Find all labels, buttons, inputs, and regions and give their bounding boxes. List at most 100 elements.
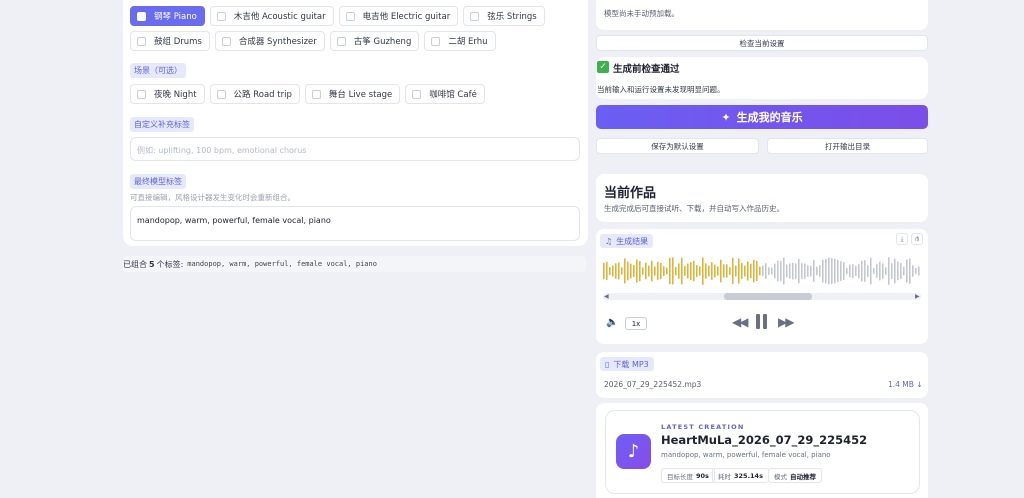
custom-tags-label: 自定义补充标签 (130, 117, 194, 132)
sparkle-icon: ✦ (721, 110, 731, 124)
waveform-bar (660, 262, 662, 280)
chip-night[interactable]: 夜晚 Night (130, 84, 205, 104)
chip-erhu[interactable]: 二胡 Erhu (424, 31, 496, 51)
waveform-bar (801, 263, 803, 279)
waveform-bar (846, 267, 848, 275)
waveform-bar (663, 266, 665, 276)
waveform-bar (849, 264, 851, 278)
waveform-bar (630, 263, 632, 279)
forward-icon[interactable]: ▶▶ (778, 315, 795, 329)
final-tags-textarea[interactable]: mandopop, warm, powerful, female vocal, … (130, 206, 580, 241)
waveform-bar (651, 260, 653, 282)
volume-icon[interactable]: 🔈 (606, 317, 618, 328)
chip-guzheng[interactable]: 古筝 Guzheng (329, 31, 420, 51)
chip-electric-guitar[interactable]: 电吉他 Electric guitar (338, 6, 459, 26)
chip-live-stage[interactable]: 舞台 Live stage (304, 84, 401, 104)
file-size[interactable]: 1.4 MB ↓ (888, 380, 923, 389)
chip-road-trip[interactable]: 公路 Road trip (209, 84, 300, 104)
waveform-bar (615, 263, 617, 279)
check-settings-button[interactable]: 检查当前设置 (596, 35, 928, 51)
waveform-bar (666, 267, 668, 275)
precheck-title: 生成前检查通过 (613, 64, 680, 75)
waveform-bar (765, 263, 767, 279)
checkbox-icon (137, 89, 146, 99)
waveform-bar (717, 266, 719, 276)
custom-tags-input[interactable]: 例如: uplifting, 100 bpm, emotional chorus (130, 137, 580, 161)
chip-drums[interactable]: 鼓组 Drums (130, 31, 210, 51)
speed-button[interactable]: 1x (625, 317, 647, 330)
waveform-bar (900, 262, 902, 280)
generate-button[interactable]: ✦ 生成我的音乐 (596, 105, 928, 129)
chip-acoustic-guitar[interactable]: 木吉他 Acoustic guitar (209, 6, 334, 26)
meta-mode: 模式 自动推荐 (768, 468, 822, 483)
waveform-bar (639, 260, 641, 282)
scroll-left-icon[interactable]: ◀ (604, 293, 609, 300)
rewind-icon[interactable]: ◀◀ (732, 315, 749, 329)
chip-strings[interactable]: 弦乐 Strings (463, 6, 545, 26)
waveform-bar (840, 261, 842, 282)
download-icon[interactable]: ⤓ (896, 233, 908, 245)
music-note-icon: ♪ (616, 434, 651, 469)
share-icon[interactable]: ⋔ (911, 233, 923, 245)
checkbox-icon (345, 11, 355, 21)
result-label: ♫ 生成结果 (600, 234, 654, 248)
waveform-bar (753, 259, 755, 283)
waveform-bar (780, 260, 782, 282)
waveform-bar (843, 261, 845, 281)
waveform-bar (648, 265, 650, 277)
waveform[interactable] (603, 256, 921, 286)
waveform-bar (798, 258, 800, 284)
waveform-bar (690, 261, 692, 280)
latest-tags: mandopop, warm, powerful, female vocal, … (661, 451, 831, 459)
waveform-bar (609, 266, 611, 276)
save-default-button[interactable]: 保存为默认设置 (596, 138, 759, 154)
waveform-bar (909, 258, 911, 284)
waveform-bar (750, 263, 752, 279)
waveform-scroll-thumb[interactable] (724, 293, 812, 300)
scene-row: 夜晚 Night 公路 Road trip 舞台 Live stage 咖啡馆 … (130, 84, 485, 104)
file-icon: ▯ (605, 359, 610, 369)
waveform-bar (744, 265, 746, 277)
waveform-bar (705, 263, 707, 279)
waveform-bar (606, 261, 608, 281)
scroll-right-icon[interactable]: ▶ (915, 293, 920, 300)
waveform-bar (723, 264, 725, 278)
waveform-bar (834, 258, 836, 284)
waveform-bar (915, 267, 917, 275)
pause-bar (763, 314, 767, 329)
waveform-bar (855, 265, 857, 277)
chip-cafe[interactable]: 咖啡馆 Café (405, 84, 485, 104)
waveform-bar (756, 260, 758, 282)
waveform-bar (918, 266, 920, 276)
current-work-desc: 生成完成后可直接试听、下载，并自动写入作品历史。 (604, 204, 784, 213)
waveform-bar (891, 263, 893, 279)
waveform-bar (870, 257, 872, 285)
chip-piano[interactable]: 钢琴 Piano (130, 6, 205, 26)
waveform-bar (783, 257, 785, 285)
waveform-bar (624, 258, 626, 284)
instrument-row-1: 钢琴 Piano 木吉他 Acoustic guitar 电吉他 Electri… (130, 6, 545, 26)
waveform-bar (699, 266, 701, 276)
waveform-bar (642, 267, 644, 275)
model-note: 模型尚未手动预加载。 (604, 9, 679, 18)
chip-synthesizer[interactable]: 合成器 Synthesizer (214, 31, 325, 51)
waveform-bar (657, 261, 659, 281)
download-mp3-button[interactable]: ▯ 下载 MP3 (600, 357, 654, 371)
waveform-bar (867, 265, 869, 277)
waveform-bar (675, 266, 677, 276)
checkbox-icon (412, 89, 422, 99)
waveform-bar (888, 257, 890, 285)
waveform-bar (837, 259, 839, 283)
final-tags-hint: 可直接编辑，风格设计器发生变化时会重新组合。 (130, 193, 295, 202)
tag-summary-code: mandopop, warm, powerful, female vocal, … (187, 260, 377, 268)
waveform-bar (738, 258, 740, 284)
waveform-bar (885, 267, 887, 275)
checkbox-icon (431, 36, 441, 46)
pause-bar (756, 314, 760, 329)
open-output-button[interactable]: 打开输出目录 (767, 138, 928, 154)
pause-icon[interactable] (756, 314, 770, 330)
latest-kicker: LATEST CREATION (661, 423, 745, 431)
music-note-icon: ♫ (605, 236, 613, 246)
waveform-bar (807, 265, 809, 277)
waveform-bar (627, 261, 629, 281)
